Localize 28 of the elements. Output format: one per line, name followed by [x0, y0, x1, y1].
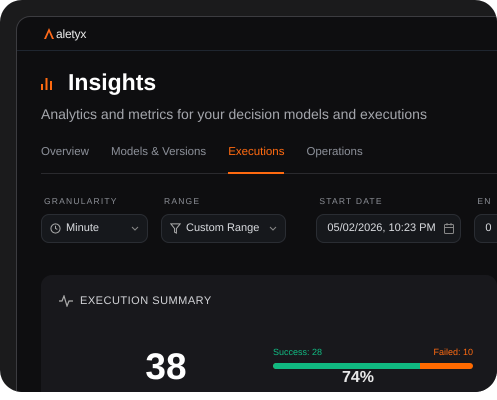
date-field[interactable]: 05/02/2026, 10:23 PM	[316, 214, 462, 243]
activity-icon	[59, 295, 73, 308]
select-field[interactable]: Minute	[41, 214, 148, 243]
tab[interactable]: Overview	[41, 144, 89, 174]
filter-icon	[170, 223, 181, 234]
date-field[interactable]: 0	[474, 214, 497, 243]
caret-icon	[131, 226, 139, 231]
total-count: 38	[144, 346, 188, 386]
filter-label: EN	[476, 195, 493, 208]
card-title: EXECUTION SUMMARY	[80, 294, 212, 309]
filter-label: GRANULARITY	[43, 195, 119, 208]
filter-label: START DATE	[318, 195, 384, 208]
tab[interactable]: Operations	[306, 144, 363, 174]
calendar-icon	[444, 223, 454, 234]
success-label: Success: 28	[273, 346, 322, 358]
failed-label: Failed: 10	[433, 346, 473, 358]
page-subtitle: Analytics and metrics for your decision models and executions	[41, 105, 428, 124]
brand-name: aletyx	[56, 26, 86, 42]
bar-chart-icon	[41, 76, 52, 90]
tab[interactable]: Models & Versions	[110, 144, 206, 174]
success-rate: 74%	[342, 369, 374, 386]
tab[interactable]: Executions	[228, 144, 284, 174]
page-title: Insights	[68, 71, 156, 94]
clock-icon	[50, 223, 61, 234]
caret-icon	[269, 226, 278, 231]
filter-label: RANGE	[163, 195, 202, 208]
logo-icon	[44, 28, 54, 39]
select-field[interactable]: Custom Range	[161, 214, 286, 243]
